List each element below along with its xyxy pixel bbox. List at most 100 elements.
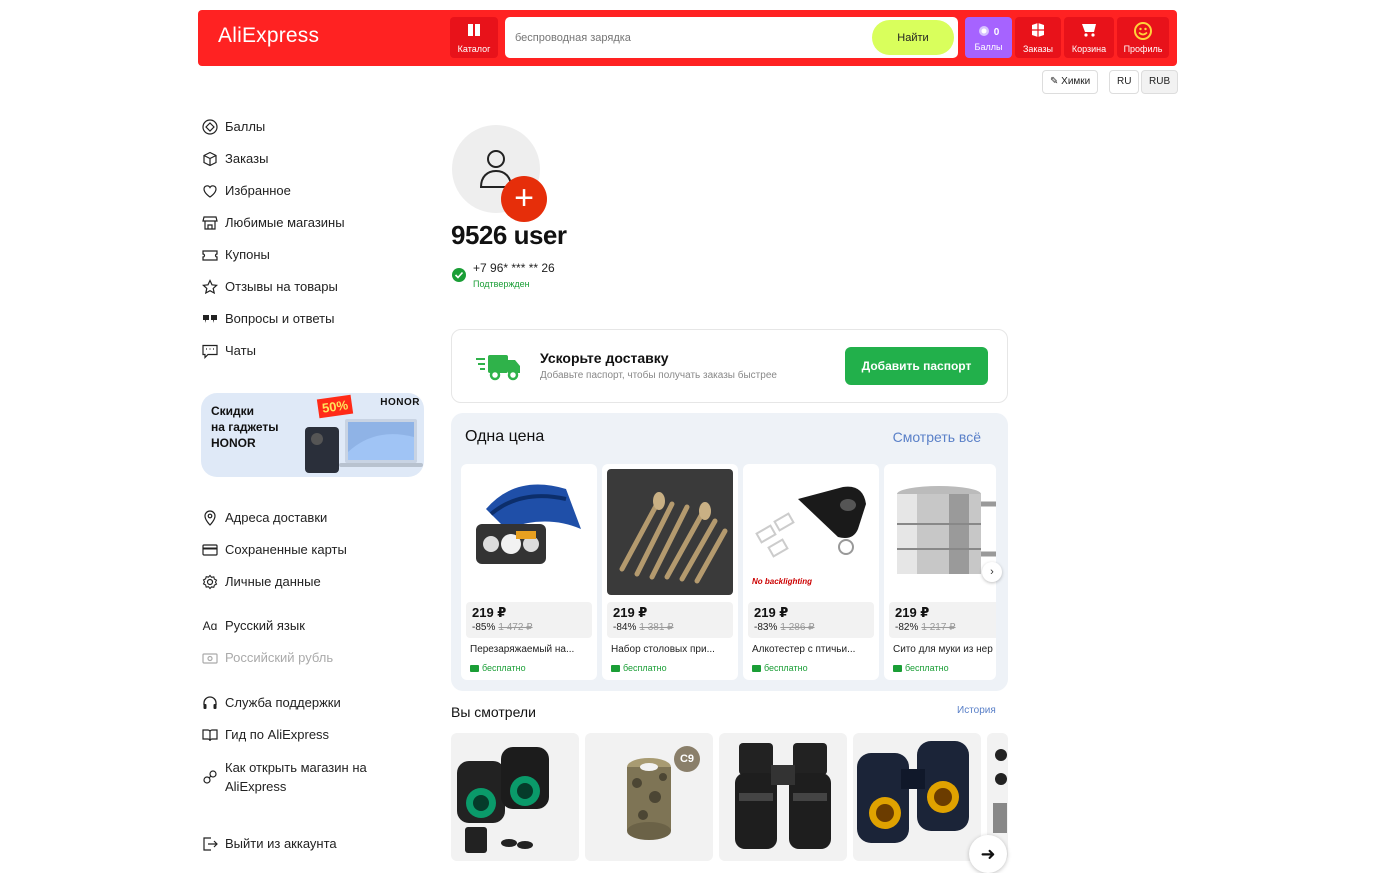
currency-selector[interactable]: RUB [1141, 70, 1179, 94]
passport-delivery-card: Ускорьте доставку Добавьте паспорт, чтоб… [451, 329, 1008, 403]
language-icon: Aɑ [202, 619, 218, 633]
bonus-count-row: 0 [965, 22, 1012, 40]
phone-number: +7 96* *** ** 26 [473, 261, 555, 275]
verified-check-icon [452, 268, 466, 282]
see-all-link[interactable]: Смотреть всё [893, 429, 981, 445]
coupon-icon [202, 247, 218, 263]
add-avatar-button[interactable]: + [501, 176, 547, 222]
delivery-truck-icon [893, 664, 902, 672]
sidebar-item-bonus[interactable]: Баллы [202, 118, 265, 136]
history-link[interactable]: История [957, 705, 996, 716]
aliexpress-logo[interactable]: AliExpress [218, 24, 319, 48]
star-icon [202, 279, 218, 295]
username: 9526 user [451, 220, 567, 250]
language-selector[interactable]: RU [1109, 70, 1140, 94]
sidebar-item-chats[interactable]: Чаты [202, 342, 256, 360]
sidebar-item-reviews[interactable]: Отзывы на товары [202, 278, 338, 296]
search-input[interactable] [515, 29, 855, 47]
sidebar-item-stores[interactable]: Любимые магазины [202, 214, 345, 232]
profile-button[interactable]: Профиль [1117, 17, 1169, 58]
sidebar-item-addresses[interactable]: Адреса доставки [202, 509, 327, 527]
old-price: 1 217 ₽ [921, 622, 956, 633]
sidebar-item-open-store[interactable]: Как открыть магазин на AliExpress [202, 758, 367, 796]
honor-promo-banner[interactable]: Скидки на гаджеты HONOR HONOR 50% [201, 393, 424, 477]
promo-text: Скидки на гаджеты HONOR [211, 404, 279, 450]
one-price-section: Одна цена Смотреть всё 219 ₽ -85% 1 472 ₽… [451, 413, 1008, 691]
orders-icon [1015, 22, 1061, 40]
orders-button[interactable]: Заказы [1015, 17, 1061, 58]
binoculars-image [735, 743, 831, 849]
product-card[interactable]: 219 ₽ -82% 1 217 ₽ Сито для муки из нер б… [884, 464, 996, 680]
top-header: AliExpress Каталог Найти 0 Баллы Заказы … [198, 10, 1177, 66]
product-card[interactable]: 219 ₽ -85% 1 472 ₽ Перезаряжаемый на... б… [461, 464, 597, 680]
sidebar-item-cards[interactable]: Сохраненные карты [202, 541, 347, 559]
catalog-icon [450, 22, 498, 40]
carousel-next-button[interactable]: › [982, 562, 1002, 582]
product-image [466, 469, 592, 595]
viewed-product-card[interactable] [451, 733, 579, 861]
viewed-next-button[interactable]: ➜ [969, 835, 1007, 873]
binoculars-image [457, 747, 549, 853]
cart-button[interactable]: Корзина [1064, 17, 1114, 58]
city-label: Химки [1061, 76, 1091, 87]
link-icon [202, 769, 218, 785]
product-price: 219 ₽ [472, 605, 507, 620]
product-card[interactable]: No backlighting 219 ₽ -83% 1 286 ₽ Алкоте… [743, 464, 879, 680]
price-box: 219 ₽ -82% 1 217 ₽ [889, 602, 996, 638]
product-discount: -84% 1 381 ₽ [613, 622, 674, 633]
price-box: 219 ₽ -83% 1 286 ₽ [748, 602, 874, 638]
free-delivery: бесплатно [893, 663, 949, 673]
add-passport-button[interactable]: Добавить паспорт [845, 347, 988, 385]
discount-percent: -85% [472, 622, 496, 633]
logout-icon [202, 836, 218, 852]
sidebar-item-support[interactable]: Служба поддержки [202, 694, 341, 712]
delivery-label: бесплатно [905, 663, 949, 673]
sidebar-item-language[interactable]: Aɑ Русский язык [202, 617, 305, 635]
truck-icon [476, 355, 520, 381]
bonus-button[interactable]: 0 Баллы [965, 17, 1012, 58]
product-card[interactable]: 219 ₽ -84% 1 381 ₽ Набор столовых при... … [602, 464, 738, 680]
product-price: 219 ₽ [613, 605, 648, 620]
sidebar-item-coupons[interactable]: Купоны [202, 246, 270, 264]
price-box: 219 ₽ -84% 1 381 ₽ [607, 602, 733, 638]
sidebar-item-label: Избранное [225, 183, 291, 198]
delivery-title: Ускорьте доставку [540, 350, 669, 366]
sidebar-item-label: Российский рубль [225, 650, 334, 665]
image-caption: No backlighting [752, 577, 812, 586]
product-image: No backlighting [748, 469, 874, 595]
viewed-product-card[interactable]: C9 [585, 733, 713, 861]
search-bar: Найти [505, 17, 958, 58]
card-icon [202, 542, 218, 558]
delivery-label: бесплатно [623, 663, 667, 673]
product-image [607, 469, 733, 595]
arrow-right-icon: ➜ [980, 844, 996, 864]
product-name: Перезаряжаемый на... [470, 644, 575, 655]
quote-icon [202, 311, 218, 327]
sidebar-item-personal[interactable]: Личные данные [202, 573, 321, 591]
sidebar-item-orders[interactable]: Заказы [202, 150, 268, 168]
sidebar-item-guide[interactable]: Гид по AliExpress [202, 726, 329, 744]
delivery-truck-icon [752, 664, 761, 672]
search-button[interactable]: Найти [872, 20, 954, 55]
currency-icon [202, 650, 218, 666]
free-delivery: бесплатно [752, 663, 808, 673]
viewed-product-card[interactable] [719, 733, 847, 861]
old-price: 1 472 ₽ [498, 622, 533, 633]
sidebar-item-label: Чаты [225, 343, 256, 358]
sidebar-item-qa[interactable]: Вопросы и ответы [202, 310, 334, 328]
sidebar-item-label: Любимые магазины [225, 215, 345, 230]
product-discount: -85% 1 472 ₽ [472, 622, 533, 633]
product-price: 219 ₽ [895, 605, 930, 620]
verified-label: Подтвержден [473, 279, 530, 289]
sidebar-item-favorites[interactable]: Избранное [202, 182, 291, 200]
sidebar-item-label: Русский язык [225, 618, 305, 633]
sidebar-item-label: Адреса доставки [225, 510, 328, 525]
catalog-button[interactable]: Каталог [450, 17, 498, 58]
sidebar-item-label: Личные данные [225, 574, 321, 589]
city-selector[interactable]: ✎ Химки [1042, 70, 1099, 94]
viewed-product-card[interactable] [853, 733, 981, 861]
delivery-label: бесплатно [482, 663, 526, 673]
sidebar-item-logout[interactable]: Выйти из аккаунта [202, 835, 337, 853]
sidebar-item-label: Как открыть магазин на AliExpress [225, 760, 367, 794]
delivery-subtitle: Добавьте паспорт, чтобы получать заказы … [540, 370, 777, 381]
